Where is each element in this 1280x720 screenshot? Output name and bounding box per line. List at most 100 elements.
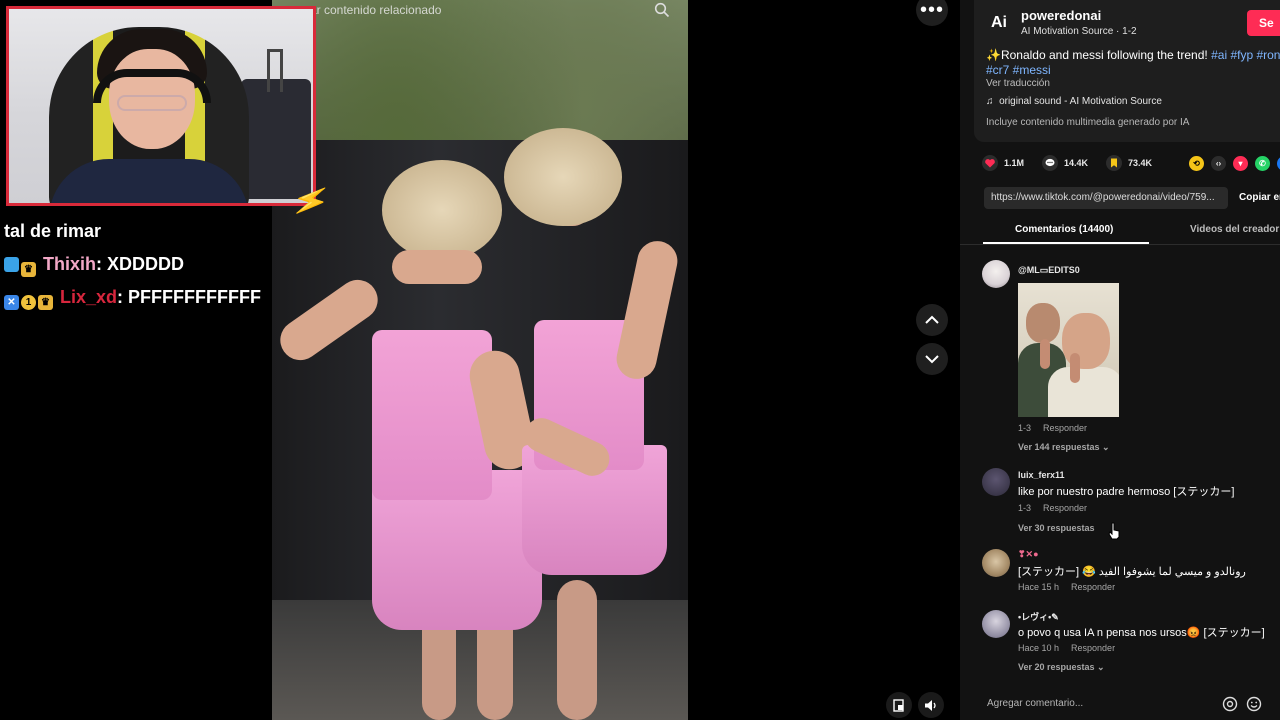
tab-creator-videos[interactable]: Videos del creador <box>1190 224 1279 235</box>
avatar[interactable] <box>982 610 1010 638</box>
comment-text: like por nuestro padre hermoso [ステッカー] <box>1018 486 1235 498</box>
comment-text: [ステッカー] 😂 رونالدو و ميسي لما يشوفوا الفي… <box>1018 566 1246 578</box>
streamer-torso <box>49 159 249 203</box>
video-info-card: Ai poweredonai AI Motivation Source · 1-… <box>974 0 1280 142</box>
panel-tabs: Comentarios (14400) Videos del creador <box>960 218 1280 245</box>
sound-link[interactable]: ♫ original sound - AI Motivation Source <box>986 96 1162 107</box>
ai-content-notice: Incluye contenido multimedia generado po… <box>986 117 1190 128</box>
author-name[interactable]: poweredonai <box>1021 8 1101 23</box>
author-subtitle: AI Motivation Source · 1-2 <box>1021 26 1137 37</box>
tab-comments[interactable]: Comentarios (14400) <box>1015 224 1113 235</box>
view-replies-button[interactable]: Ver 144 respuestas ⌄ <box>1018 442 1110 453</box>
comment-item: •レヴィ•✎ o povo q usa IA n pensa nos ursos… <box>982 606 1280 676</box>
picture-in-picture-icon <box>892 698 904 712</box>
comment-date: Hace 10 h <box>1018 643 1060 653</box>
like-count: 1.1M <box>1004 158 1025 168</box>
copy-link-button[interactable]: Copiar en <box>1239 187 1280 209</box>
comment-username[interactable]: •レヴィ•✎ <box>1018 610 1059 623</box>
crown-badge-icon: ♛ <box>21 262 36 277</box>
comment-item: ❣✕● [ステッカー] 😂 رونالدو و ميسي لما يشوفوا … <box>982 545 1280 601</box>
chevron-down-icon <box>925 355 939 364</box>
bookmark-icon <box>1106 155 1122 171</box>
video-figure-right <box>272 0 688 720</box>
comment-meta: 1-3 Responder <box>1018 503 1087 513</box>
more-options-button[interactable]: ••• <box>916 0 948 26</box>
avatar[interactable] <box>982 260 1010 288</box>
hashtags[interactable]: #cr7 #messi <box>986 63 1051 77</box>
hashtags[interactable]: #ai #fyp #rona <box>1211 48 1280 62</box>
sound-name: original sound - AI Motivation Source <box>999 96 1162 107</box>
comment-username[interactable]: @ML▭EDITS0 <box>1018 265 1080 276</box>
emoji-icon[interactable] <box>1246 696 1262 712</box>
active-tab-indicator <box>983 242 1149 244</box>
comment-item: @ML▭EDITS0 1-3 Responder Ver 144 respuest… <box>982 256 1280 456</box>
save-button[interactable]: 73.4K <box>1106 155 1152 171</box>
next-video-button[interactable] <box>916 343 948 375</box>
comment-meta: 1-3 Responder <box>1018 423 1087 433</box>
view-replies-button[interactable]: Ver 30 respuestas <box>1018 523 1095 533</box>
video-url-field[interactable]: https://www.tiktok.com/@poweredonai/vide… <box>984 187 1228 209</box>
whatsapp-icon[interactable]: ✆ <box>1255 156 1270 171</box>
reply-button[interactable]: Responder <box>1043 423 1087 433</box>
comment-date: 1-3 <box>1018 503 1032 513</box>
chat-text: tal de rimar <box>4 221 102 241</box>
related-content-text: ar contenido relacionado <box>310 3 442 17</box>
follow-button[interactable]: Se <box>1247 10 1280 36</box>
search-icon[interactable] <box>654 2 670 18</box>
repost-icon[interactable]: ⟲ <box>1189 156 1204 171</box>
caption-text: Ronaldo and messi following the trend! <box>1000 48 1208 62</box>
chat-text: : XDDDDD <box>96 254 185 274</box>
chat-message: ✕ 1 ♛ Lix_xd: PFFFFFFFFFFF <box>4 282 274 315</box>
volume-button[interactable] <box>918 692 944 718</box>
send-icon[interactable]: ▾ <box>1233 156 1248 171</box>
chat-message: tal de rimar <box>4 216 274 249</box>
suitcase-handle <box>267 49 283 92</box>
rank-one-badge-icon: 1 <box>21 295 36 310</box>
comment-count: 14.4K <box>1064 158 1089 168</box>
mention-icon[interactable] <box>1222 696 1238 712</box>
hand-cursor-icon <box>1108 522 1120 540</box>
previous-video-button[interactable] <box>916 304 948 336</box>
crown-badge-icon: ♛ <box>38 295 53 310</box>
heart-icon <box>982 155 998 171</box>
music-note-icon: ♫ <box>986 96 994 107</box>
comment-text: o povo q usa IA n pensa nos ursos😡 [ステッカ… <box>1018 627 1265 639</box>
comment-item: luix_ferx11 like por nuestro padre hermo… <box>982 464 1280 536</box>
avatar[interactable] <box>982 549 1010 577</box>
stream-chat: tal de rimar ♛ Thixih: XDDDDD ✕ 1 ♛ Lix_xd… <box>4 216 274 315</box>
comment-date: Hace 15 h <box>1018 582 1060 592</box>
reply-button[interactable]: Responder <box>1071 643 1115 653</box>
comment-username[interactable]: ❣✕● <box>1018 549 1039 560</box>
more-options-icon: ••• <box>919 0 944 21</box>
sparkles-icon: ✨ <box>986 48 1001 62</box>
webcam-feed <box>6 6 316 206</box>
comment-meta: Hace 15 h Responder <box>1018 582 1115 592</box>
video-area: ar contenido relacionado ••• <box>272 0 960 720</box>
chat-username: Lix_xd <box>60 287 118 307</box>
see-translation-link[interactable]: Ver traducción <box>986 78 1050 89</box>
x-badge-icon: ✕ <box>4 295 19 310</box>
link-bar: https://www.tiktok.com/@poweredonai/vide… <box>984 187 1280 209</box>
like-button[interactable]: 1.1M <box>982 155 1024 171</box>
comment-list: @ML▭EDITS0 1-3 Responder Ver 144 respuest… <box>960 256 1280 676</box>
comment-icon <box>1042 155 1058 171</box>
cube-badge-icon <box>4 257 19 272</box>
comment-image[interactable] <box>1018 283 1119 417</box>
chevron-up-icon <box>925 315 939 324</box>
pip-button[interactable] <box>886 692 912 718</box>
avatar[interactable] <box>982 468 1010 496</box>
volume-icon <box>925 699 936 711</box>
reply-button[interactable]: Responder <box>1071 582 1115 592</box>
video-player[interactable]: ar contenido relacionado <box>272 0 688 720</box>
details-panel: Ai poweredonai AI Motivation Source · 1-… <box>960 0 1280 720</box>
glasses <box>117 95 187 111</box>
embed-icon[interactable]: ‹› <box>1211 156 1226 171</box>
comment-username[interactable]: luix_ferx11 <box>1018 470 1065 480</box>
chat-message: ♛ Thixih: XDDDDD <box>4 249 274 282</box>
stream-overlay: ⚡ tal de rimar ♛ Thixih: XDDDDD ✕ 1 ♛ Lix_… <box>0 0 334 720</box>
author-avatar[interactable]: Ai <box>986 10 1012 36</box>
view-replies-button[interactable]: Ver 20 respuestas ⌄ <box>1018 662 1105 673</box>
video-caption: ✨Ronaldo and messi following the trend! … <box>986 48 1280 78</box>
comment-button[interactable]: 14.4K <box>1042 155 1088 171</box>
reply-button[interactable]: Responder <box>1043 503 1087 513</box>
